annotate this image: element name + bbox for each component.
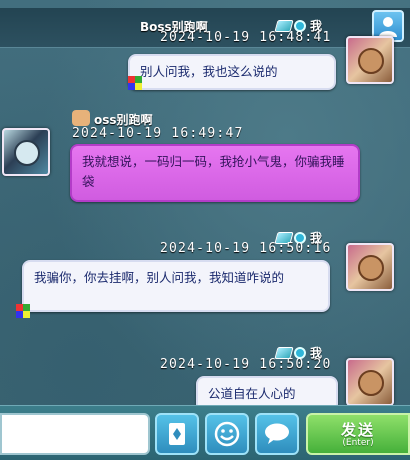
hand-icon bbox=[72, 110, 90, 126]
chat-bubble: 我骗你，你去挂啊，别人问我，我知道咋说的 bbox=[22, 260, 330, 312]
my-avatar[interactable] bbox=[346, 36, 394, 84]
message-text: 我就想说，一码归一码，我抢小气鬼，你骗我睡袋 bbox=[82, 154, 345, 189]
chat-bubble-purple: 我就想说，一码归一码，我抢小气鬼，你骗我睡袋 bbox=[70, 144, 360, 202]
chat-mode-button[interactable] bbox=[255, 413, 299, 455]
avatar-face bbox=[358, 255, 384, 281]
message-timestamp: 2024-10-19 16:50:16 bbox=[160, 241, 332, 256]
pinwheel-icon bbox=[16, 304, 30, 318]
avatar-face bbox=[358, 370, 384, 396]
message-timestamp: 2024-10-19 16:49:47 bbox=[72, 126, 244, 141]
avatar-face bbox=[358, 48, 384, 74]
send-label: 发送 bbox=[340, 421, 375, 439]
message-text: 别人问我，我也这么说的 bbox=[140, 64, 278, 79]
card-icon bbox=[169, 423, 185, 445]
send-shortcut: (Enter) bbox=[342, 438, 374, 448]
my-avatar[interactable] bbox=[346, 358, 394, 406]
my-avatar[interactable] bbox=[346, 243, 394, 291]
message-timestamp: 2024-10-19 16:50:20 bbox=[160, 357, 332, 372]
message-text: 我骗你，你去挂啊，别人问我，我知道咋说的 bbox=[34, 270, 285, 285]
message-input[interactable] bbox=[0, 413, 150, 455]
message-text: 公道自在人心的 bbox=[208, 386, 296, 401]
message-timestamp: 2024-10-19 16:48:41 bbox=[160, 30, 332, 45]
emoji-button[interactable] bbox=[205, 413, 249, 455]
avatar-face bbox=[14, 140, 40, 166]
card-button[interactable] bbox=[155, 413, 199, 455]
smiley-icon bbox=[214, 421, 240, 447]
peer-avatar[interactable] bbox=[2, 128, 50, 176]
pinwheel-icon bbox=[128, 76, 142, 90]
speech-bubble-icon bbox=[265, 423, 289, 444]
chat-bubble: 别人问我，我也这么说的 bbox=[128, 54, 336, 90]
send-button[interactable]: 发送 (Enter) bbox=[306, 413, 410, 455]
